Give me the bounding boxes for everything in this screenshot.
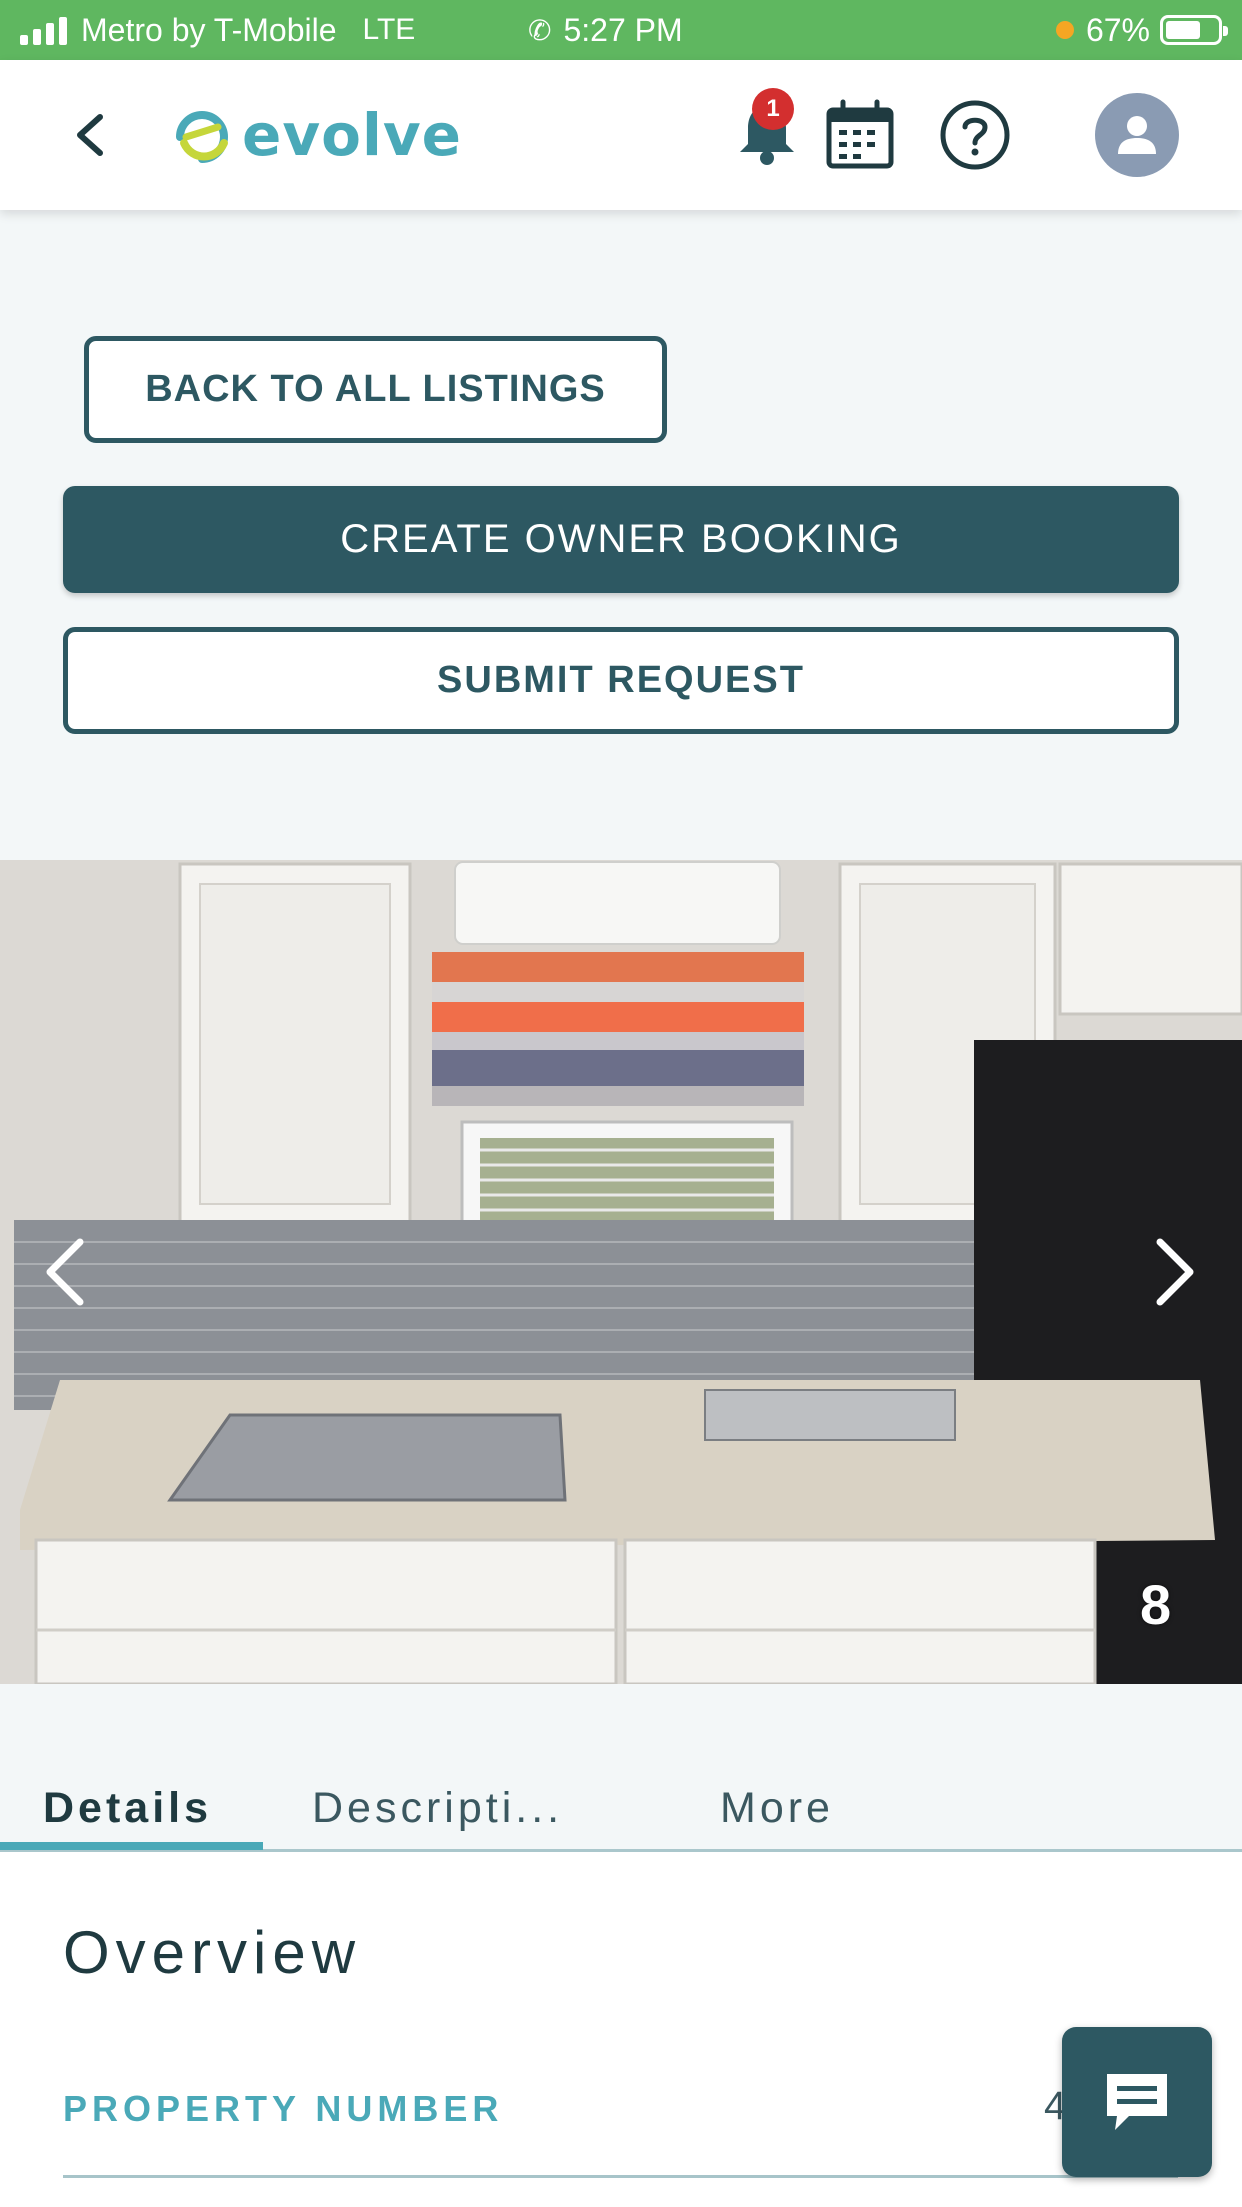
battery-fill bbox=[1166, 21, 1200, 39]
status-left: Metro by T-Mobile LTE bbox=[20, 0, 415, 60]
overview-heading: Overview bbox=[63, 1919, 362, 1986]
create-owner-booking-button[interactable]: CREATE OWNER BOOKING bbox=[63, 486, 1179, 593]
status-bar: Metro by T-Mobile LTE ✆ 5:27 PM 67% bbox=[0, 0, 1242, 60]
evolve-logo[interactable]: evolve bbox=[170, 100, 462, 170]
phone-call-icon: ✆ bbox=[528, 14, 552, 46]
photo-number: 8 bbox=[1140, 1573, 1172, 1636]
logo-text: evolve bbox=[242, 101, 463, 169]
app-header: evolve 1 bbox=[0, 60, 1242, 210]
status-center: ✆ 5:27 PM bbox=[528, 0, 683, 60]
notification-badge: 1 bbox=[752, 88, 794, 130]
chat-bubble-icon bbox=[1107, 2074, 1167, 2130]
battery-percent: 67% bbox=[1085, 11, 1150, 48]
network-type: LTE bbox=[362, 13, 416, 46]
clock: 5:27 PM bbox=[563, 11, 683, 48]
chat-button[interactable] bbox=[1062, 2027, 1212, 2177]
back-chevron-icon[interactable] bbox=[62, 105, 122, 165]
carrier-name: Metro by T-Mobile bbox=[81, 11, 337, 48]
chevron-left-icon[interactable] bbox=[30, 1232, 100, 1312]
property-number-label: PROPERTY NUMBER bbox=[63, 2088, 504, 2129]
tab-bar: Details Descripti... More bbox=[0, 1684, 1242, 1854]
tab-description[interactable]: Descripti... bbox=[312, 1784, 563, 1833]
evolve-logo-mark-icon bbox=[176, 111, 228, 163]
kitchen-photo-image bbox=[0, 860, 1242, 1684]
battery-icon bbox=[1160, 15, 1228, 45]
tab-details[interactable]: Details bbox=[43, 1784, 212, 1833]
person-icon bbox=[1118, 116, 1156, 154]
row-divider bbox=[63, 2175, 1178, 2178]
chevron-right-icon[interactable] bbox=[1140, 1232, 1210, 1312]
signal-strength-icon bbox=[20, 15, 67, 45]
back-to-all-listings-button[interactable]: BACK TO ALL LISTINGS bbox=[84, 336, 667, 443]
submit-request-button[interactable]: SUBMIT REQUEST bbox=[63, 627, 1179, 734]
user-avatar-icon[interactable] bbox=[1095, 93, 1179, 177]
active-tab-indicator bbox=[0, 1842, 263, 1850]
property-photo[interactable] bbox=[0, 860, 1242, 1684]
recording-dot-icon bbox=[1055, 21, 1074, 39]
calendar-icon[interactable] bbox=[823, 98, 897, 172]
tab-more[interactable]: More bbox=[720, 1784, 834, 1833]
status-right: 67% bbox=[1055, 0, 1228, 60]
help-icon[interactable] bbox=[938, 98, 1012, 172]
details-panel bbox=[0, 1852, 1242, 2207]
